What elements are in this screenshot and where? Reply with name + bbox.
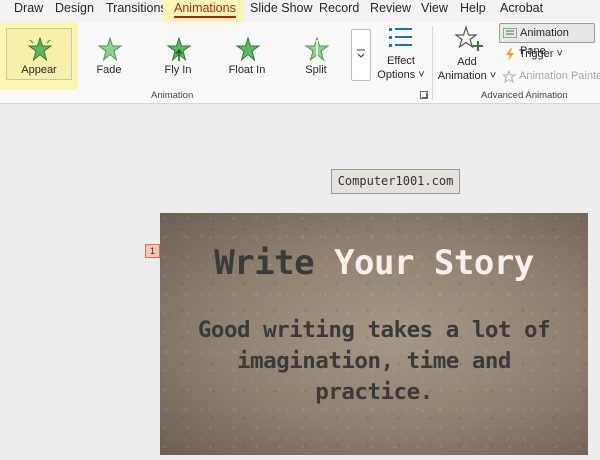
float-in-star-icon [235,37,261,62]
effect-fly-in-label: Fly In [164,64,192,76]
split-star-icon [304,37,330,62]
trigger-label: Trigger ˅ [519,48,563,60]
effect-fade-label: Fade [96,64,122,76]
lightning-icon [506,48,514,61]
tab-transitions[interactable]: Transitions [106,0,167,22]
tab-view[interactable]: View [421,0,448,22]
add-animation-label-1: Add [457,56,477,68]
animation-painter-label: Animation Painter [519,70,600,82]
dialog-launcher-icon[interactable] [420,91,428,99]
effect-float-in-button[interactable]: Float In [217,27,277,79]
effect-options-button[interactable]: Effect Options ˅ [374,24,428,86]
fade-star-icon [97,37,123,62]
effect-options-label-2: Options ˅ [377,69,425,81]
chevron-down-icon [357,49,365,58]
tab-help[interactable]: Help [460,0,486,22]
effect-appear-button[interactable]: Appear [9,27,69,79]
tab-acrobat[interactable]: Acrobat [500,0,543,22]
tab-animations[interactable]: Animations [163,0,244,22]
gallery-more-button[interactable] [351,29,371,81]
effect-appear-label: Appear [21,64,57,76]
effect-options-label-1: Effect [387,55,415,67]
group-separator [432,26,433,100]
animation-group-label: Animation [151,90,194,101]
tab-review[interactable]: Review [370,0,411,22]
add-animation-button[interactable]: Add Animation ˅ [437,24,497,86]
effect-float-in-label: Float In [228,64,266,76]
animation-pane-button[interactable]: Animation Pane [499,23,595,57]
animation-painter-button[interactable]: Animation Painter [503,70,600,83]
effect-split-label: Split [305,64,327,76]
add-animation-label-2: Animation ˅ [437,70,497,82]
tab-design[interactable]: Design [55,0,94,22]
fly-in-star-icon [166,37,192,62]
advanced-animation-group-label: Advanced Animation [481,90,568,101]
tab-draw[interactable]: Draw [14,0,43,22]
watermark-label: Computer1001.com [331,169,460,194]
appear-star-icon [27,37,53,62]
trigger-button[interactable]: Trigger ˅ [503,48,563,61]
ribbon-tab-bar: Draw Design Transitions Animations Slide… [0,0,600,22]
slide-canvas[interactable]: Write Your Story Good writing takes a lo… [160,213,588,455]
tab-slide-show[interactable]: Slide Show [250,0,313,22]
effect-options-icon [389,28,412,47]
slide-title-part2: Your Story [334,243,534,283]
slide-body-text[interactable]: Good writing takes a lot of imagination,… [186,315,562,408]
effect-fly-in-button[interactable]: Fly In [148,27,208,79]
slide-title[interactable]: Write Your Story [160,243,588,283]
animation-painter-icon [503,70,516,83]
tab-record[interactable]: Record [319,0,359,22]
effect-fade-button[interactable]: Fade [79,27,139,79]
slide-title-part1: Write [214,243,335,283]
animations-ribbon: Appear Fade Fly In Float In Split Effect… [0,22,600,104]
animation-order-tag[interactable]: 1 [145,244,160,258]
add-animation-star-icon [454,25,483,51]
animation-pane-icon [503,28,517,38]
effect-split-button[interactable]: Split [286,27,346,79]
